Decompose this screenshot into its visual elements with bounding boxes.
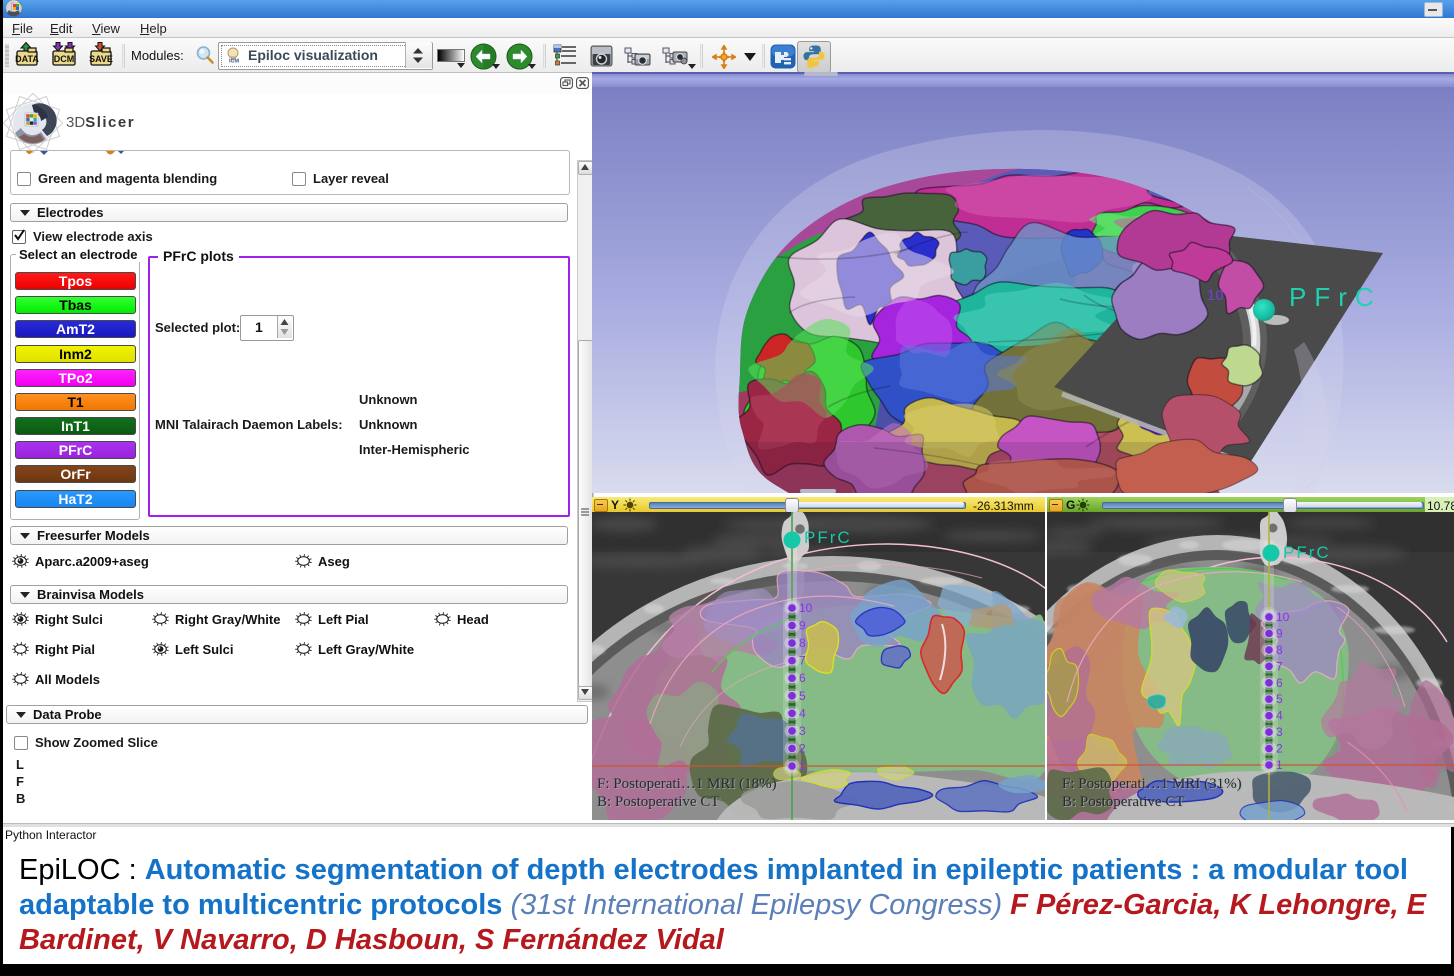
svg-text:6: 6 <box>1276 676 1283 690</box>
svg-text:5: 5 <box>799 689 806 703</box>
svg-text:DATA: DATA <box>15 54 39 64</box>
svg-text:10: 10 <box>1276 610 1290 624</box>
svg-text:7: 7 <box>1276 659 1283 673</box>
svg-text:8: 8 <box>799 636 806 650</box>
svg-text:8: 8 <box>1276 643 1283 657</box>
svg-text:4: 4 <box>799 706 806 720</box>
svg-text:6: 6 <box>799 671 806 685</box>
svg-text:9: 9 <box>1276 626 1283 640</box>
svg-text:7: 7 <box>799 654 806 668</box>
svg-text:2: 2 <box>1276 742 1283 756</box>
svg-text:PFrC: PFrC <box>804 528 852 547</box>
svg-text:2: 2 <box>799 741 806 755</box>
svg-text:SAVE: SAVE <box>89 54 113 64</box>
svg-text:3: 3 <box>1276 725 1283 739</box>
svg-text:ICM: ICM <box>229 59 240 65</box>
svg-text:PFrC: PFrC <box>1289 282 1382 312</box>
svg-text:1: 1 <box>1276 758 1283 772</box>
svg-text:1: 1 <box>799 759 806 773</box>
svg-text:3: 3 <box>799 724 806 738</box>
svg-text:10: 10 <box>799 601 813 615</box>
svg-text:5: 5 <box>1276 692 1283 706</box>
svg-text:10: 10 <box>1207 287 1224 304</box>
svg-text:4: 4 <box>1276 709 1283 723</box>
svg-text:F: Postoperati…1 MRI (31%): F: Postoperati…1 MRI (31%) <box>1062 776 1242 792</box>
svg-text:B: Postoperative CT: B: Postoperative CT <box>1062 794 1185 810</box>
svg-text:DCM: DCM <box>54 54 75 64</box>
svg-text:B: Postoperative CT: B: Postoperative CT <box>597 794 720 810</box>
svg-text:F: Postoperati…1 MRI (18%): F: Postoperati…1 MRI (18%) <box>597 776 777 792</box>
svg-text:9: 9 <box>799 619 806 633</box>
svg-text:PFrC: PFrC <box>1283 543 1331 562</box>
